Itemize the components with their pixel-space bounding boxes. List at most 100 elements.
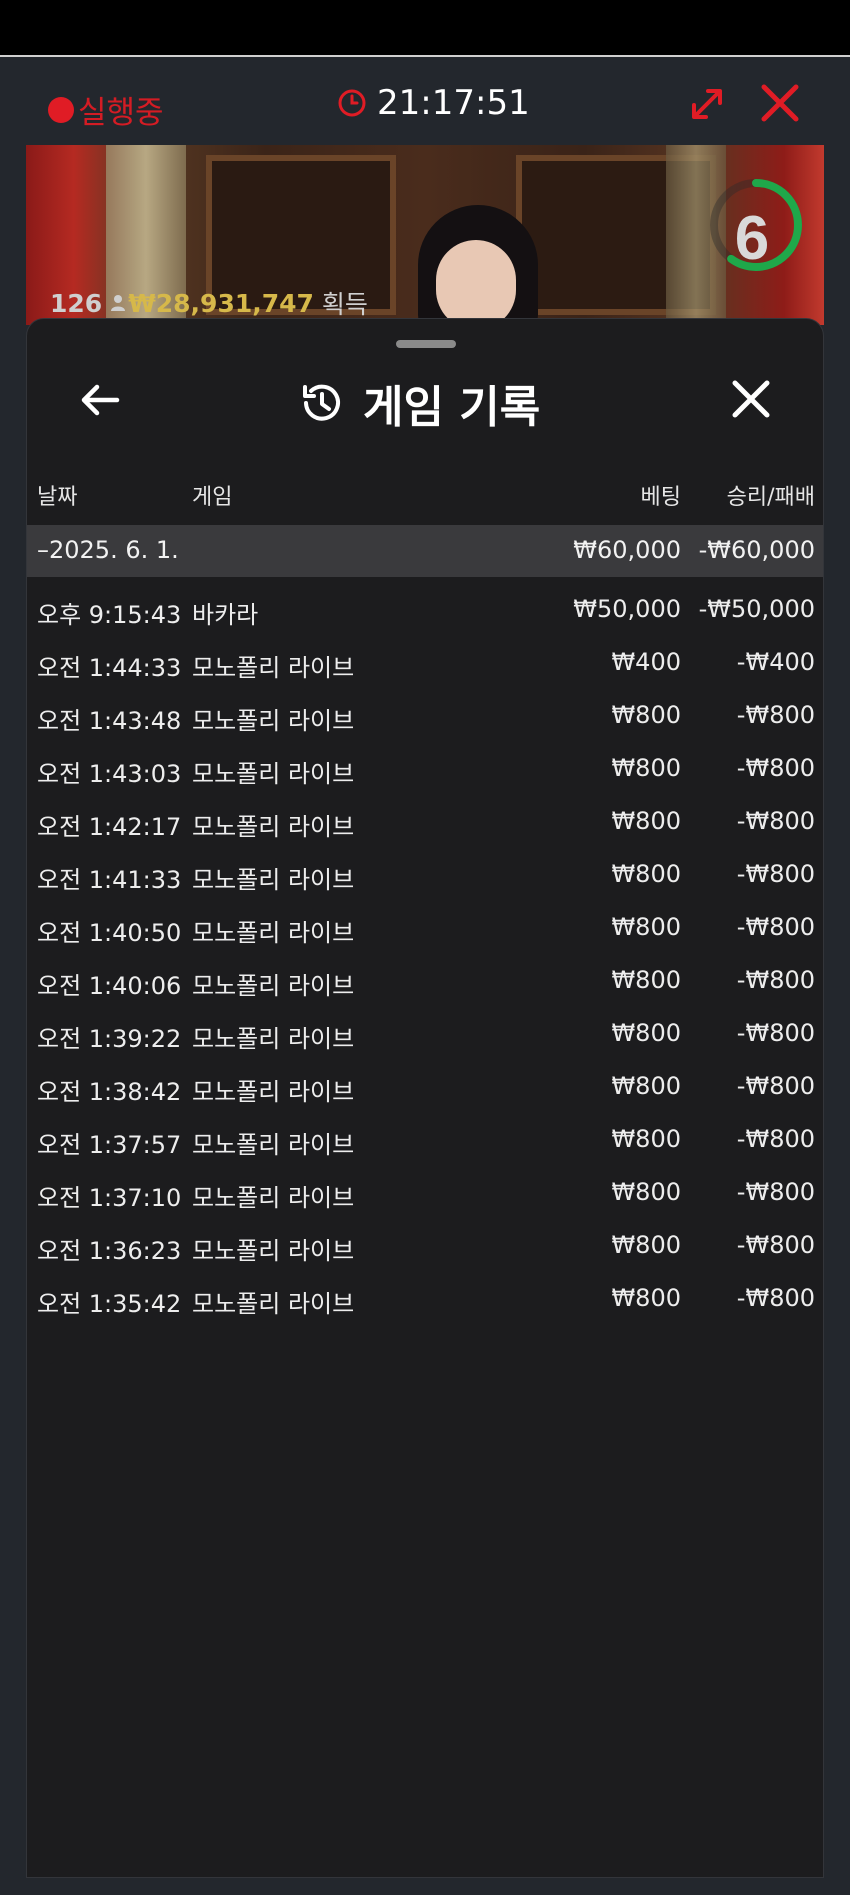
row-game: 모노폴리 라이브 — [192, 1131, 355, 1159]
page-title: 게임 기록 — [297, 371, 540, 435]
table-row[interactable]: 오전 1:42:17 모노폴리 라이브 ₩800 -₩800 — [27, 797, 823, 850]
table-row[interactable]: 오전 1:38:42 모노폴리 라이브 ₩800 -₩800 — [27, 1062, 823, 1115]
row-game: 모노폴리 라이브 — [192, 1290, 355, 1318]
win-summary: 126 ₩28,931,747 획득 — [50, 285, 368, 321]
row-time: 오전 1:39:22 — [37, 1025, 182, 1053]
row-bet: ₩800 — [611, 1072, 681, 1100]
row-game: 모노폴리 라이브 — [192, 1237, 355, 1265]
row-game: 모노폴리 라이브 — [192, 972, 355, 1000]
row-result: -₩800 — [736, 966, 815, 994]
row-result: -₩800 — [736, 1284, 815, 1312]
row-time: 오전 1:42:17 — [37, 813, 182, 841]
row-result: -₩800 — [736, 860, 815, 888]
row-result: -₩800 — [736, 913, 815, 941]
row-bet: ₩800 — [611, 754, 681, 782]
countdown-number: 6 — [734, 204, 770, 273]
day-bet-total: ₩60,000 — [573, 536, 681, 564]
row-time: 오전 1:43:03 — [37, 760, 182, 788]
header-result[interactable]: 승리/패배 — [727, 479, 815, 511]
close-game-button[interactable] — [758, 81, 802, 129]
row-result: -₩50,000 — [698, 595, 815, 623]
row-bet: ₩50,000 — [573, 595, 681, 623]
row-game: 모노폴리 라이브 — [192, 1078, 355, 1106]
table-row[interactable]: 오전 1:41:33 모노폴리 라이브 ₩800 -₩800 — [27, 850, 823, 903]
clock-icon — [338, 89, 366, 117]
row-bet: ₩800 — [611, 1019, 681, 1047]
header-date[interactable]: 날짜 — [37, 479, 77, 511]
row-game: 모노폴리 라이브 — [192, 654, 355, 682]
row-bet: ₩800 — [611, 966, 681, 994]
table-row[interactable]: 오후 9:15:43 바카라 ₩50,000 -₩50,000 — [27, 585, 823, 638]
row-result: -₩800 — [736, 1072, 815, 1100]
row-time: 오전 1:40:06 — [37, 972, 182, 1000]
drag-handle[interactable] — [396, 340, 456, 348]
row-bet: ₩800 — [611, 1125, 681, 1153]
table-row[interactable]: 오전 1:37:10 모노폴리 라이브 ₩800 -₩800 — [27, 1168, 823, 1221]
row-result: -₩800 — [736, 1125, 815, 1153]
player-count: 126 — [50, 288, 103, 318]
expand-button[interactable] — [686, 83, 728, 129]
status-bar — [0, 0, 850, 55]
row-bet: ₩800 — [611, 860, 681, 888]
history-list: 오후 9:15:43 바카라 ₩50,000 -₩50,000 오전 1:44:33 모… — [27, 585, 823, 1327]
back-button[interactable] — [77, 377, 123, 427]
day-summary-row[interactable]: –2025. 6. 1. ₩60,000 -₩60,000 — [27, 525, 823, 577]
row-time: 오전 1:38:42 — [37, 1078, 182, 1106]
row-game: 모노폴리 라이브 — [192, 919, 355, 947]
win-suffix: 획득 — [321, 290, 368, 319]
row-game: 모노폴리 라이브 — [192, 866, 355, 894]
table-header: 날짜 게임 베팅 승리/패배 — [27, 479, 823, 519]
table-row[interactable]: 오전 1:35:42 모노폴리 라이브 ₩800 -₩800 — [27, 1274, 823, 1327]
row-bet: ₩400 — [611, 648, 681, 676]
row-result: -₩800 — [736, 754, 815, 782]
row-bet: ₩800 — [611, 807, 681, 835]
row-time: 오전 1:43:48 — [37, 707, 182, 735]
header-game[interactable]: 게임 — [192, 479, 232, 511]
row-bet: ₩800 — [611, 1284, 681, 1312]
row-result: -₩800 — [736, 1178, 815, 1206]
row-bet: ₩800 — [611, 701, 681, 729]
close-icon — [732, 380, 770, 418]
table-row[interactable]: 오전 1:40:06 모노폴리 라이브 ₩800 -₩800 — [27, 956, 823, 1009]
row-time: 오후 9:15:43 — [37, 601, 182, 629]
table-row[interactable]: 오전 1:43:48 모노폴리 라이브 ₩800 -₩800 — [27, 691, 823, 744]
row-time: 오전 1:35:42 — [37, 1290, 182, 1318]
row-bet: ₩800 — [611, 913, 681, 941]
row-game: 모노폴리 라이브 — [192, 707, 355, 735]
arrow-left-icon — [81, 384, 120, 416]
table-row[interactable]: 오전 1:43:03 모노폴리 라이브 ₩800 -₩800 — [27, 744, 823, 797]
row-bet: ₩800 — [611, 1178, 681, 1206]
row-game: 모노폴리 라이브 — [192, 760, 355, 788]
running-label: 실행중 — [78, 95, 164, 131]
row-time: 오전 1:37:10 — [37, 1184, 182, 1212]
row-result: -₩800 — [736, 701, 815, 729]
close-icon — [761, 84, 799, 122]
row-result: -₩800 — [736, 1231, 815, 1259]
history-icon — [303, 384, 340, 421]
table-row[interactable]: 오전 1:44:33 모노폴리 라이브 ₩400 -₩400 — [27, 638, 823, 691]
table-row[interactable]: 오전 1:39:22 모노폴리 라이브 ₩800 -₩800 — [27, 1009, 823, 1062]
expand-icon — [692, 89, 722, 119]
top-bar: 실행중 21:17:51 — [0, 57, 850, 145]
table-row[interactable]: 오전 1:37:57 모노폴리 라이브 ₩800 -₩800 — [27, 1115, 823, 1168]
running-indicator: 실행중 — [48, 87, 164, 132]
record-dot-icon — [48, 96, 74, 123]
header-bet[interactable]: 베팅 — [641, 479, 681, 511]
clock-time: 21:17:51 — [377, 83, 530, 123]
day-result-total: -₩60,000 — [698, 536, 815, 564]
row-game: 모노폴리 라이브 — [192, 813, 355, 841]
title-text: 게임 기록 — [363, 382, 541, 433]
row-bet: ₩800 — [611, 1231, 681, 1259]
row-time: 오전 1:41:33 — [37, 866, 182, 894]
row-result: -₩800 — [736, 1019, 815, 1047]
row-time: 오전 1:37:57 — [37, 1131, 182, 1159]
day-date: –2025. 6. 1. — [37, 536, 179, 564]
person-icon — [111, 295, 126, 311]
row-time: 오전 1:36:23 — [37, 1237, 182, 1265]
table-row[interactable]: 오전 1:40:50 모노폴리 라이브 ₩800 -₩800 — [27, 903, 823, 956]
row-result: -₩800 — [736, 807, 815, 835]
row-result: -₩400 — [736, 648, 815, 676]
table-row[interactable]: 오전 1:36:23 모노폴리 라이브 ₩800 -₩800 — [27, 1221, 823, 1274]
close-sheet-button[interactable] — [729, 377, 773, 425]
live-video[interactable]: 6 126 ₩28,931,747 획득 — [26, 145, 824, 325]
